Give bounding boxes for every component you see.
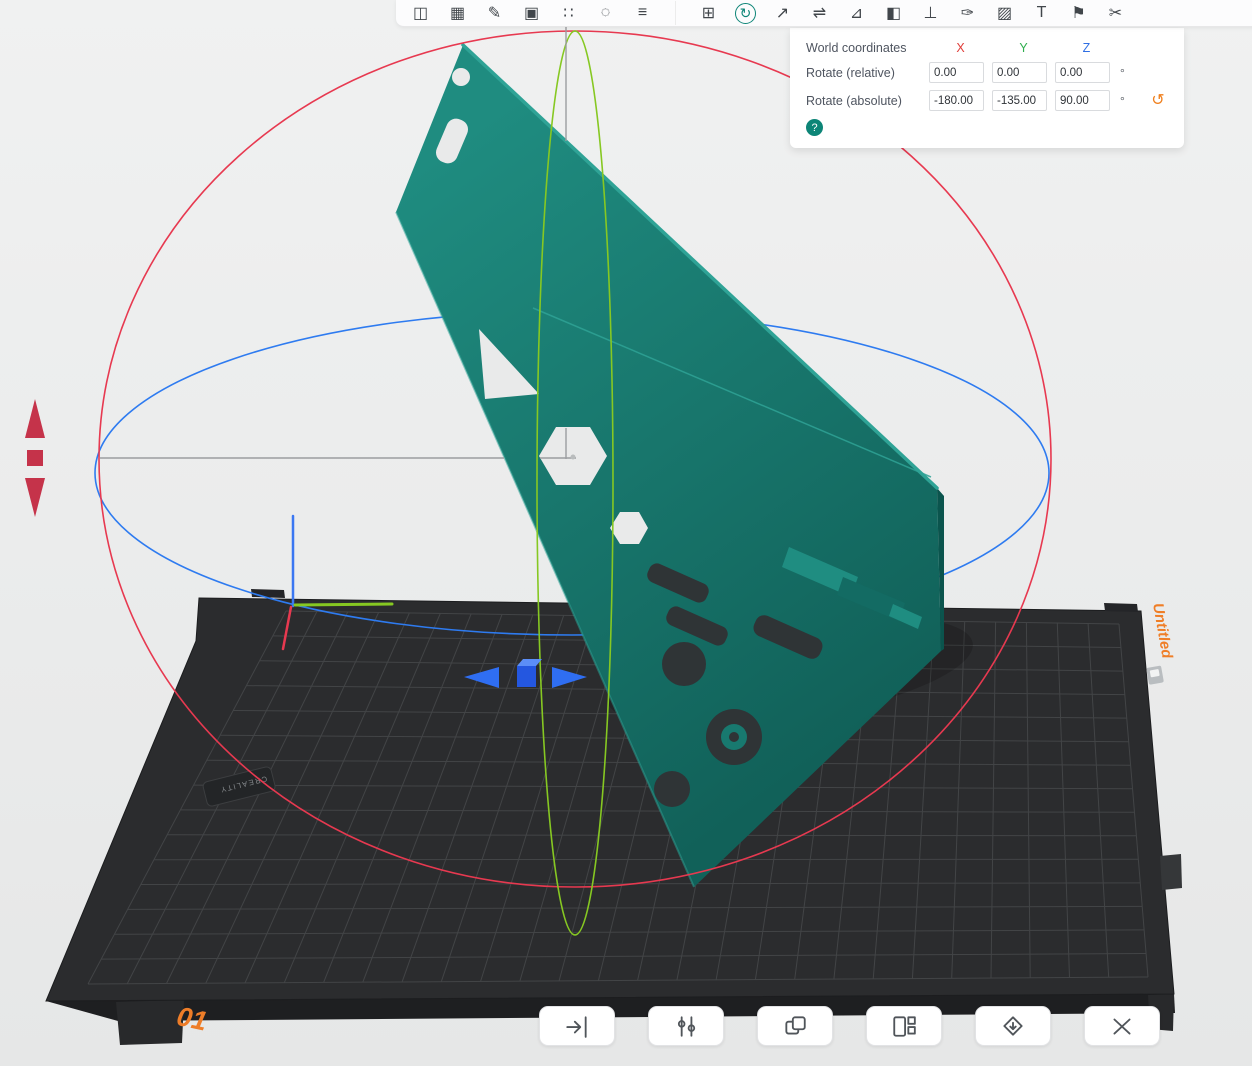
x-handle-knob[interactable] bbox=[27, 450, 43, 466]
viewport-3d[interactable]: CREALITY Untitled 01 bbox=[0, 0, 1252, 1066]
x-rotate-handle[interactable] bbox=[25, 399, 45, 517]
plate-tab-left bbox=[116, 1000, 184, 1045]
plate-title-label[interactable]: Untitled bbox=[1149, 602, 1176, 661]
text-tool-icon[interactable]: T bbox=[1025, 1, 1058, 25]
arrange-icon bbox=[893, 1016, 916, 1037]
rotate-relative-y-input[interactable] bbox=[992, 62, 1047, 83]
pins-icon bbox=[677, 1016, 696, 1037]
list-icon[interactable]: ≡ bbox=[626, 1, 659, 25]
lattice-icon[interactable]: ∷ bbox=[552, 1, 585, 25]
plate-objects-icon[interactable] bbox=[1146, 665, 1164, 685]
transform-group: ⊞ ↻ ↗ ⇌ ⊿ ◧ ⊥ ✑ ▨ T ⚑ ✂ bbox=[675, 1, 1132, 25]
rotate-absolute-z-input[interactable] bbox=[1055, 90, 1110, 111]
reset-rotation-button[interactable]: ↺ bbox=[1144, 92, 1172, 109]
top-toolbar: ◫ ▦ ✎ ▣ ∷ ◌ ≡ ⊞ ↻ ↗ ⇌ ⊿ ◧ ⊥ ✑ ▨ T ⚑ ✂ bbox=[396, 0, 1252, 27]
plate-clip-top-right bbox=[1104, 603, 1138, 612]
mirror-tool-icon[interactable]: ⇌ bbox=[803, 1, 836, 25]
app-window: CREALITY Untitled 01 ◫ ▦ ✎ ▣ ∷ ◌ ≡ ⊞ ↻ ↗… bbox=[0, 0, 1252, 1066]
model-gear-center bbox=[729, 732, 739, 742]
support-tool-icon[interactable]: ⊥ bbox=[914, 1, 947, 25]
axis-x-label: X bbox=[956, 41, 965, 55]
translate-cube[interactable] bbox=[517, 666, 536, 687]
degree-symbol-absolute: ° bbox=[1120, 93, 1125, 108]
cut-tool-icon[interactable]: ✂ bbox=[1099, 1, 1132, 25]
view-group: ◫ ▦ ✎ ▣ ∷ ◌ ≡ bbox=[404, 1, 659, 25]
rotate-relative-label: Rotate (relative) bbox=[806, 65, 895, 80]
grid-view-icon[interactable]: ▦ bbox=[441, 1, 474, 25]
help-button[interactable]: ? bbox=[806, 119, 823, 136]
plate-number: 01 bbox=[174, 1001, 210, 1037]
rotate-tool-icon[interactable]: ↻ bbox=[729, 1, 762, 25]
rotate-absolute-label: Rotate (absolute) bbox=[806, 93, 902, 108]
delete-icon bbox=[1113, 1018, 1131, 1035]
model-circle-hole-1 bbox=[662, 642, 706, 686]
measure-tool-icon[interactable]: ⊿ bbox=[840, 1, 873, 25]
rotate-absolute-x-input[interactable] bbox=[929, 90, 984, 111]
rotate-relative-x-input[interactable] bbox=[929, 62, 984, 83]
x-handle-arrow-up[interactable] bbox=[25, 399, 45, 438]
sketch-icon[interactable]: ✎ bbox=[478, 1, 511, 25]
delete-button[interactable] bbox=[1084, 1006, 1160, 1046]
axis-y-label: Y bbox=[1019, 41, 1028, 55]
flag-tool-icon[interactable]: ⚑ bbox=[1062, 1, 1095, 25]
clone-icon bbox=[785, 1016, 806, 1035]
model-view-icon[interactable]: ◫ bbox=[404, 1, 437, 25]
world-coordinates-label: World coordinates bbox=[806, 41, 907, 55]
lay-on-face-button[interactable] bbox=[539, 1006, 615, 1046]
arrange-button[interactable] bbox=[866, 1006, 942, 1046]
auto-orient-icon bbox=[1003, 1016, 1023, 1036]
plate-title[interactable]: Untitled bbox=[1149, 602, 1176, 661]
bottom-toolbar bbox=[539, 1006, 1160, 1046]
plate-clip-right bbox=[1160, 854, 1182, 890]
model-circle-hole-2 bbox=[654, 771, 690, 807]
degree-symbol-relative: ° bbox=[1120, 65, 1125, 80]
clone-button[interactable] bbox=[757, 1006, 833, 1046]
clone-tool-icon[interactable]: ◧ bbox=[877, 1, 910, 25]
paint-tool-icon[interactable]: ✑ bbox=[951, 1, 984, 25]
gizmo-center bbox=[570, 454, 576, 460]
hatch-tool-icon[interactable]: ▨ bbox=[988, 1, 1021, 25]
rotate-panel: World coordinates X Y Z Rotate (relative… bbox=[790, 28, 1184, 148]
plate-number-label: 01 bbox=[174, 1001, 210, 1037]
x-handle-arrow-down[interactable] bbox=[25, 478, 45, 517]
axis-z-label: Z bbox=[1082, 41, 1091, 55]
move-tool-icon[interactable]: ⊞ bbox=[692, 1, 725, 25]
rotate-relative-z-input[interactable] bbox=[1055, 62, 1110, 83]
drop-pins-button[interactable] bbox=[648, 1006, 724, 1046]
snapshot-icon[interactable]: ▣ bbox=[515, 1, 548, 25]
plate-clip-top-left bbox=[251, 589, 285, 598]
auto-orient-button[interactable] bbox=[975, 1006, 1051, 1046]
scale-tool-icon[interactable]: ↗ bbox=[766, 1, 799, 25]
model-hook-notch bbox=[452, 68, 470, 86]
lay-on-face-icon bbox=[566, 1016, 587, 1038]
rotate-absolute-y-input[interactable] bbox=[992, 90, 1047, 111]
dotted-circle-icon[interactable]: ◌ bbox=[589, 1, 622, 25]
